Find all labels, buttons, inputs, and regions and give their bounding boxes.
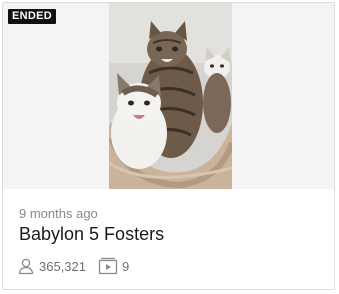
timestamp: 9 months ago [19,206,98,221]
person-icon [18,258,34,275]
video-play-icon [98,257,118,275]
episodes-stat: 9 [98,257,129,275]
episodes-count: 9 [122,258,130,274]
viewers-stat: 365,321 [17,257,86,275]
viewers-count: 365,321 [39,258,86,274]
stats-row: 365,321 9 [17,256,129,276]
status-badge: ENDED [8,9,57,24]
stream-card[interactable]: ENDED 9 months ago Babylon 5 Fosters 365… [2,2,335,290]
card-title[interactable]: Babylon 5 Fosters [19,224,164,245]
thumbnail[interactable]: ENDED [3,3,334,189]
kittens-photo [109,3,232,189]
